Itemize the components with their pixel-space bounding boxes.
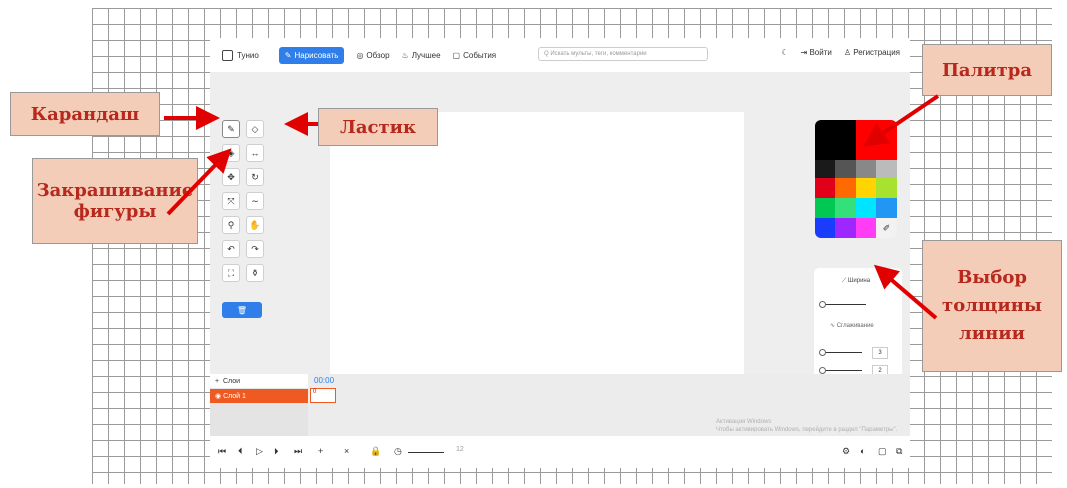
palette-arrow [863,94,940,147]
width-arrow [873,264,938,320]
fill-arrow [166,148,232,216]
callout-arrows [164,94,940,320]
